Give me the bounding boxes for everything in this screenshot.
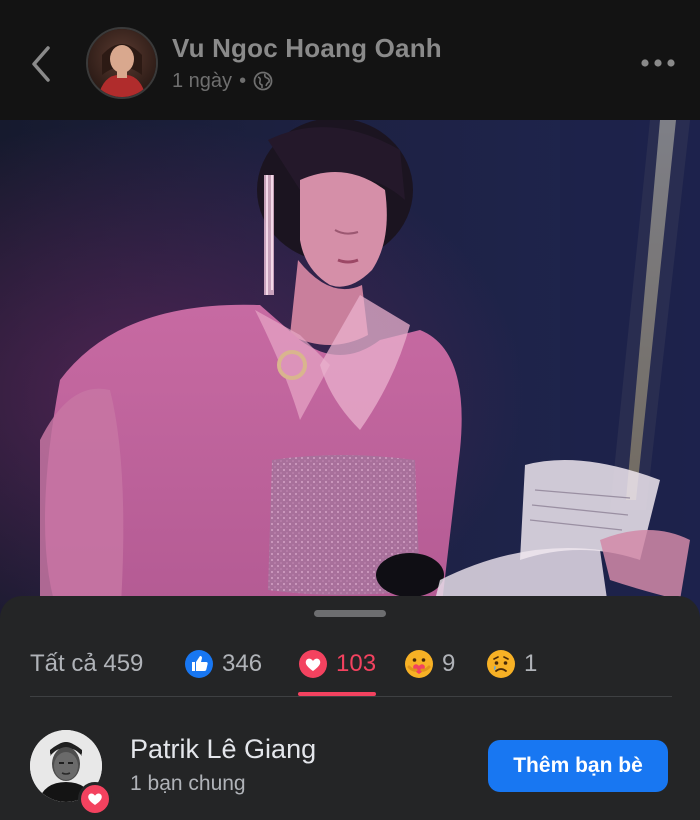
tab-like-count: 346	[222, 650, 263, 677]
love-reaction-badge	[78, 782, 112, 816]
post-header: Vu Ngoc Hoang Oanh 1 ngày •	[0, 0, 700, 120]
more-horizontal-icon	[641, 59, 675, 67]
post-timestamp[interactable]: 1 ngày	[172, 70, 232, 93]
tabs-divider	[30, 696, 672, 697]
sad-icon	[487, 650, 515, 678]
tab-all[interactable]: Tất cả 459	[30, 632, 143, 696]
author-name[interactable]: Vu Ngoc Hoang Oanh	[172, 33, 442, 64]
screen: Vu Ngoc Hoang Oanh 1 ngày • Tất cả 459 3…	[0, 0, 700, 820]
tab-sad[interactable]: 1	[486, 632, 537, 696]
back-button[interactable]	[22, 40, 62, 88]
tab-like[interactable]: 346	[184, 632, 262, 696]
globe-icon	[253, 71, 273, 91]
meta-separator: •	[239, 69, 247, 92]
like-icon	[185, 650, 213, 678]
post-photo-image	[0, 120, 700, 620]
tab-sad-count: 1	[524, 650, 538, 677]
more-options-button[interactable]	[638, 52, 678, 74]
mutual-friends[interactable]: 1 bạn chung	[130, 772, 246, 796]
tab-all-label: Tất cả 459	[30, 650, 144, 677]
add-friend-button[interactable]: Thêm bạn bè	[488, 740, 668, 792]
user-name[interactable]: Patrik Lê Giang	[130, 734, 316, 765]
sheet-drag-handle[interactable]	[314, 610, 386, 617]
author-avatar-image	[88, 29, 156, 97]
reactions-sheet: Tất cả 459 346 103 9 1 Patrik Lê Giang 1…	[0, 596, 700, 820]
tab-love-count: 103	[336, 650, 377, 677]
love-icon	[299, 650, 327, 678]
post-meta: 1 ngày •	[172, 68, 273, 94]
heart-icon	[88, 793, 102, 805]
post-photo[interactable]	[0, 120, 700, 620]
tab-love[interactable]: 103	[298, 632, 376, 696]
chevron-left-icon	[32, 46, 50, 82]
reaction-tabs: Tất cả 459 346 103 9 1	[0, 632, 700, 696]
author-avatar[interactable]	[86, 27, 158, 99]
list-item[interactable]: Patrik Lê Giang 1 bạn chung Thêm bạn bè	[0, 722, 700, 816]
tab-care-count: 9	[442, 650, 456, 677]
user-avatar[interactable]	[30, 730, 112, 816]
tab-care[interactable]: 9	[404, 632, 455, 696]
care-icon	[405, 650, 433, 678]
